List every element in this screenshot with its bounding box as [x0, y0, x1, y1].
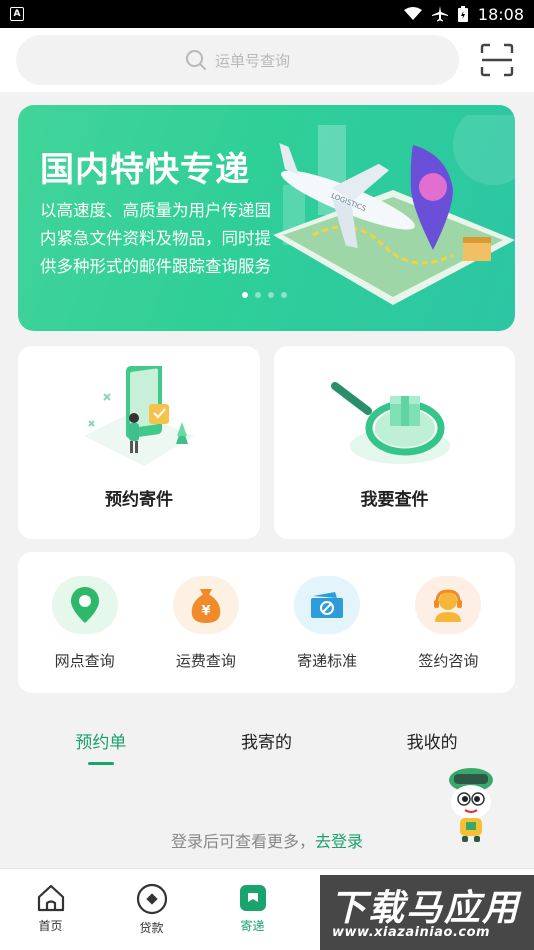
carousel-indicator	[242, 292, 287, 298]
nav-item-mail[interactable]: 寄递	[202, 869, 303, 950]
magnifier-package-illustration	[330, 382, 450, 464]
book-shipment-card[interactable]: 预约寄件	[18, 346, 260, 539]
service-label: 签约咨询	[418, 652, 479, 670]
notification-icon: A	[10, 7, 24, 21]
book-shipment-label: 预约寄件	[105, 490, 173, 510]
scan-icon[interactable]	[480, 43, 514, 77]
order-tabs: 预约单 我寄的 我收的	[18, 720, 515, 768]
carousel-dot	[242, 292, 248, 298]
watermark-title: 下载马应用	[330, 888, 521, 929]
service-label: 寄递标准	[297, 652, 358, 670]
svg-text:¥: ¥	[201, 604, 210, 619]
nav-item-home[interactable]: 首页	[0, 869, 101, 950]
carousel-dot	[255, 292, 261, 298]
service-label: 网点查询	[54, 652, 115, 670]
track-shipment-card[interactable]: 我要查件	[274, 346, 515, 539]
airplane-map-illustration: LOGISTICS	[273, 115, 515, 305]
service-label: 运费查询	[175, 652, 236, 670]
watermark-url: www.xiazainiao.com	[332, 925, 491, 940]
mascot-floating-button[interactable]	[440, 766, 502, 846]
promo-banner[interactable]: 国内特快专递 以高速度、高质量为用户传递国内紧急文件资料及物品，同时提供多种形式…	[18, 105, 515, 331]
home-icon	[37, 884, 64, 912]
search-icon	[185, 50, 206, 70]
banner-title: 国内特快专递	[40, 150, 250, 190]
login-hint-text: 登录后可查看更多，	[170, 832, 315, 851]
nav-label: 首页	[38, 919, 63, 933]
nav-label: 寄递	[240, 919, 265, 933]
battery-icon	[457, 6, 468, 22]
nav-item-loan[interactable]: 贷款	[101, 869, 202, 950]
banner-description: 以高速度、高质量为用户传递国内紧急文件资料及物品，同时提供多种形式的邮件跟踪查询…	[40, 201, 271, 276]
service-item-outlet-search[interactable]: 网点查询	[30, 552, 140, 693]
service-item-delivery-standard[interactable]: 寄递标准	[272, 552, 382, 693]
search-placeholder[interactable]: 运单号查询	[215, 50, 290, 71]
location-pin-icon	[51, 576, 118, 634]
nav-label: 贷款	[139, 921, 164, 935]
status-bar: A 18:08	[0, 0, 534, 28]
carousel-dot	[268, 292, 274, 298]
phone-booking-illustration	[84, 366, 194, 466]
service-item-contract-consult[interactable]: 签约咨询	[393, 552, 503, 693]
watermark-overlay: 下载马应用 www.xiazainiao.com	[320, 875, 534, 950]
customer-service-icon	[415, 576, 482, 634]
service-grid: 网点查询 ¥ 运费查询 寄递标准 签约咨询	[18, 552, 515, 693]
header: 运单号查询	[0, 28, 534, 92]
mail-delivery-icon	[239, 885, 266, 911]
clock: 18:08	[477, 4, 524, 24]
money-bag-icon: ¥	[172, 576, 239, 634]
carousel-dot	[281, 292, 287, 298]
airplane-mode-icon	[431, 6, 448, 22]
service-item-fee-search[interactable]: ¥ 运费查询	[151, 552, 261, 693]
login-link[interactable]: 去登录	[315, 832, 363, 851]
tab-appointments[interactable]: 预约单	[41, 720, 161, 768]
tab-sent[interactable]: 我寄的	[206, 720, 326, 768]
tab-received[interactable]: 我收的	[372, 720, 492, 768]
track-shipment-label: 我要查件	[360, 490, 429, 510]
package-standard-icon	[294, 576, 361, 634]
search-bar[interactable]: 运单号查询	[16, 35, 459, 85]
loan-icon	[136, 883, 167, 915]
wifi-icon	[403, 7, 422, 20]
